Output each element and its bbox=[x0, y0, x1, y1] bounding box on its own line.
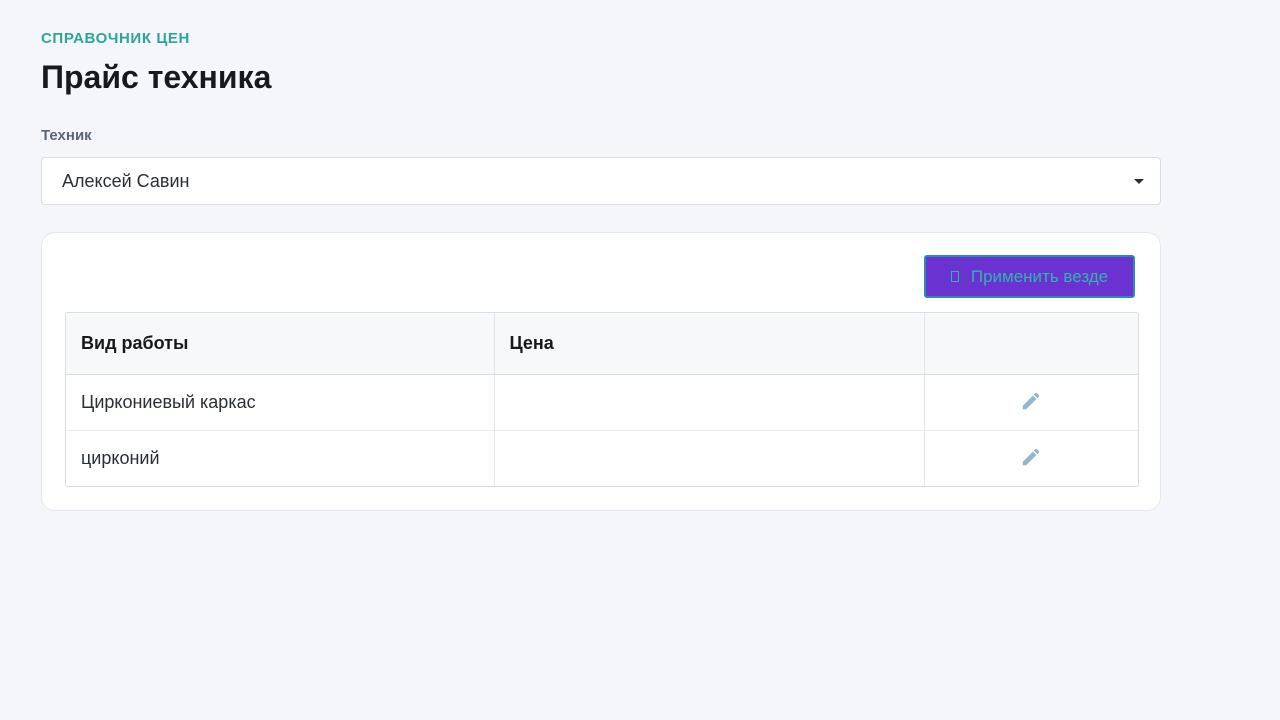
price-cell bbox=[493, 374, 924, 431]
page-title: Прайс техника bbox=[41, 59, 272, 95]
column-header-price: Цена bbox=[493, 313, 924, 375]
section-eyebrow: СПРАВОЧНИК ЦЕН bbox=[41, 30, 190, 47]
technician-label: Техник bbox=[41, 127, 92, 144]
table-row: цирконий bbox=[66, 430, 1138, 486]
work-cell: Циркониевый каркас bbox=[66, 374, 494, 431]
work-cell: цирконий bbox=[81, 447, 160, 468]
technician-selected-value: Алексей Савин bbox=[62, 170, 190, 191]
price-page: СПРАВОЧНИК ЦЕН Прайс техника Техник Алек… bbox=[0, 0, 1280, 720]
price-card: Применить везде Вид работы Цена Цирконие… bbox=[41, 232, 1161, 511]
caret-down-icon bbox=[1134, 179, 1144, 184]
table-row: Циркониевый каркас bbox=[66, 374, 1138, 431]
action-cell bbox=[923, 430, 1138, 486]
apply-everywhere-label: Применить везде bbox=[970, 266, 1109, 286]
technician-select[interactable]: Алексей Савин bbox=[41, 157, 1161, 205]
table-header-row: Вид работы Цена bbox=[66, 313, 1138, 375]
column-header-actions bbox=[923, 313, 1138, 375]
column-header-work: Вид работы bbox=[66, 313, 494, 375]
price-cell bbox=[493, 430, 924, 486]
pencil-icon bbox=[1023, 392, 1040, 410]
price-table: Вид работы Цена Циркониевый каркас цирко… bbox=[65, 312, 1139, 487]
action-cell bbox=[923, 374, 1138, 431]
edit-button[interactable] bbox=[1017, 387, 1045, 415]
apply-everywhere-button[interactable]: Применить везде bbox=[924, 255, 1135, 298]
pencil-icon bbox=[1023, 448, 1040, 466]
apply-icon bbox=[950, 271, 959, 282]
edit-button[interactable] bbox=[1017, 443, 1045, 471]
